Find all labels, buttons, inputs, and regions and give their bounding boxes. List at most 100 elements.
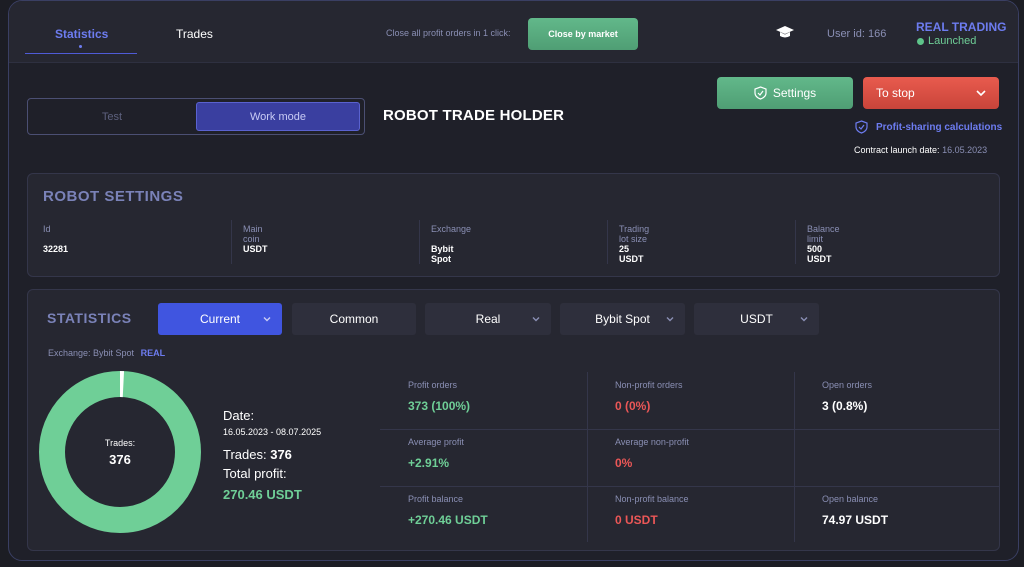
stop-button[interactable]: To stop bbox=[863, 77, 999, 109]
donut-label: Trades: bbox=[104, 437, 136, 448]
donut-total: 376 bbox=[109, 451, 131, 467]
exchange-select[interactable]: Bybit Spot bbox=[560, 303, 685, 335]
mode-test-button[interactable]: Test bbox=[28, 99, 196, 134]
statistics-panel: STATISTICS Current Common Real Bybit Spo… bbox=[27, 289, 1000, 551]
close-all-hint: Close all profit orders in 1 click: bbox=[386, 28, 511, 38]
coin-select[interactable]: USDT bbox=[694, 303, 819, 335]
metric-value: 3 (0.8%) bbox=[822, 399, 868, 413]
metric-cell: Profit orders 373 (100%) bbox=[380, 372, 587, 428]
metric-value: +2.91% bbox=[408, 456, 450, 470]
tab-statistics[interactable]: Statistics bbox=[55, 27, 108, 41]
shield-check-icon bbox=[754, 86, 767, 100]
close-by-market-button[interactable]: Close by market bbox=[528, 18, 638, 50]
metric-label: Average profit bbox=[408, 437, 464, 447]
divider bbox=[419, 220, 420, 264]
metric-cell: Average non-profit 0% bbox=[587, 429, 794, 485]
divider bbox=[607, 220, 608, 264]
metric-cell: Non-profit balance 0 USDT bbox=[587, 486, 794, 542]
metric-value: +270.46 USDT bbox=[408, 513, 488, 527]
metric-value: 0 USDT bbox=[615, 513, 658, 527]
total-profit-value: 270.46 USDT bbox=[223, 487, 302, 502]
filter-common-button[interactable]: Common bbox=[292, 303, 416, 335]
chevron-down-icon bbox=[666, 317, 674, 322]
graduation-cap-icon[interactable] bbox=[775, 25, 795, 41]
settings-button[interactable]: Settings bbox=[717, 77, 853, 109]
setting-value: 500 USDT bbox=[807, 244, 832, 264]
metric-cell bbox=[794, 429, 1001, 485]
robot-settings-panel: ROBOT SETTINGS Id 32281 Main coin USDT E… bbox=[27, 173, 1000, 277]
metric-label: Open balance bbox=[822, 494, 879, 504]
metric-label: Open orders bbox=[822, 380, 873, 390]
chevron-down-icon bbox=[263, 317, 271, 322]
mode-toggle: Test Work mode bbox=[27, 98, 365, 135]
statistics-title: STATISTICS bbox=[47, 310, 132, 326]
stop-label: To stop bbox=[876, 86, 915, 100]
metric-value: 0 (0%) bbox=[615, 399, 651, 413]
page-title: ROBOT TRADE HOLDER bbox=[383, 107, 565, 124]
divider bbox=[795, 220, 796, 264]
shield-check-icon bbox=[855, 120, 868, 134]
donut-center: Trades: 376 bbox=[38, 370, 202, 534]
user-id: User id: 166 bbox=[827, 28, 887, 40]
period-select-current[interactable]: Current bbox=[158, 303, 282, 335]
profit-sharing-link[interactable]: Profit-sharing calculations bbox=[855, 120, 1002, 134]
filter-label: Common bbox=[329, 312, 379, 326]
setting-label: Trading lot size bbox=[619, 224, 650, 244]
mode-work-button[interactable]: Work mode bbox=[196, 102, 360, 131]
metric-value: 373 (100%) bbox=[408, 399, 471, 413]
metric-cell: Open orders 3 (0.8%) bbox=[794, 372, 1001, 428]
top-bar: Statistics Trades Close all profit order… bbox=[9, 1, 1018, 63]
settings-label: Settings bbox=[772, 86, 817, 100]
metric-label: Profit orders bbox=[408, 380, 458, 390]
contract-launch-date: Contract launch date: 16.05.2023 bbox=[854, 145, 987, 155]
metric-label: Non-profit orders bbox=[615, 380, 683, 390]
statistics-summary: Date: 16.05.2023 - 08.07.2025 Trades: 37… bbox=[223, 408, 321, 502]
divider bbox=[231, 220, 232, 264]
status-dot-icon bbox=[917, 37, 924, 45]
metric-cell: Profit balance +270.46 USDT bbox=[380, 486, 587, 542]
chevron-down-icon bbox=[800, 317, 808, 322]
trading-mode-label: REAL TRADING bbox=[916, 20, 1007, 34]
setting-value: 25 USDT bbox=[619, 244, 644, 264]
metric-label: Non-profit balance bbox=[615, 494, 689, 504]
metric-cell: Non-profit orders 0 (0%) bbox=[587, 372, 794, 428]
date-range: 16.05.2023 - 08.07.2025 bbox=[223, 427, 322, 437]
active-tab-dot bbox=[79, 45, 82, 48]
metric-cell: Average profit +2.91% bbox=[380, 429, 587, 485]
metric-label: Profit balance bbox=[408, 494, 464, 504]
contract-date-value: 16.05.2023 bbox=[942, 145, 988, 155]
exchange-info: Exchange: Bybit Spot REAL bbox=[48, 348, 165, 358]
setting-label: Exchange bbox=[431, 224, 472, 234]
robot-settings-title: ROBOT SETTINGS bbox=[43, 188, 184, 205]
exchange-mode: REAL bbox=[140, 348, 166, 358]
total-profit-label: Total profit: bbox=[223, 466, 287, 481]
exchange-label: Exchange: Bybit Spot bbox=[48, 348, 135, 358]
mode-select-real[interactable]: Real bbox=[425, 303, 551, 335]
date-label: Date: bbox=[223, 408, 255, 423]
status-badge: Launched bbox=[917, 35, 976, 47]
setting-value: USDT bbox=[243, 244, 268, 254]
profit-sharing-label: Profit-sharing calculations bbox=[876, 121, 1003, 133]
filter-label: Real bbox=[475, 312, 501, 326]
tab-trades[interactable]: Trades bbox=[176, 27, 213, 41]
trades-summary: Trades: 376 bbox=[223, 447, 321, 462]
filter-label: USDT bbox=[740, 312, 773, 326]
filter-label: Bybit Spot bbox=[595, 312, 650, 326]
metric-value: 0% bbox=[615, 456, 633, 470]
metric-label: Average non-profit bbox=[615, 437, 689, 447]
setting-label: Main coin bbox=[243, 224, 263, 244]
trades-value: 376 bbox=[270, 447, 292, 462]
app-window: Statistics Trades Close all profit order… bbox=[8, 0, 1019, 561]
active-tab-underline bbox=[25, 53, 137, 54]
setting-value: Bybit Spot bbox=[431, 244, 454, 264]
chevron-down-icon bbox=[532, 317, 540, 322]
filter-label: Current bbox=[199, 312, 240, 326]
chevron-down-icon bbox=[976, 90, 986, 97]
setting-label: Balance limit bbox=[807, 224, 840, 244]
setting-label: Id bbox=[43, 224, 51, 234]
contract-date-label: Contract launch date: bbox=[854, 145, 940, 155]
status-text: Launched bbox=[928, 35, 977, 47]
trades-label: Trades: bbox=[223, 447, 267, 462]
metrics-grid: Profit orders 373 (100%) Non-profit orders… bbox=[380, 372, 1000, 542]
setting-value: 32281 bbox=[43, 244, 69, 254]
